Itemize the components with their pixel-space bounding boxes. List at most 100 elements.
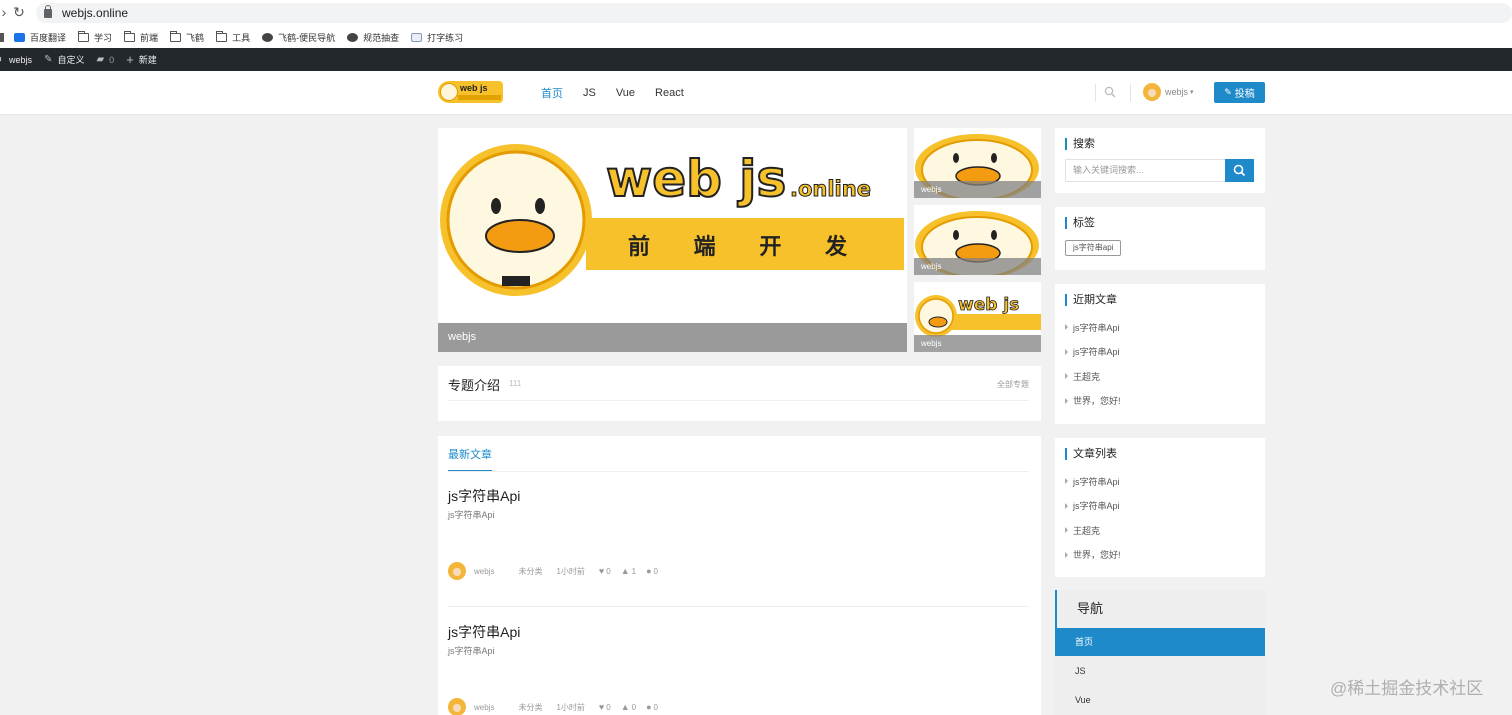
thumb-caption: webjs: [914, 335, 1041, 352]
nav-js[interactable]: JS: [583, 87, 596, 99]
site-logo[interactable]: web js: [438, 81, 503, 103]
admin-comments-link[interactable]: ▰ 0: [96, 54, 114, 65]
list-item[interactable]: js字符串Api: [1065, 315, 1121, 340]
search-button[interactable]: [1225, 159, 1254, 182]
slide-thumb[interactable]: web js webjs: [914, 282, 1041, 352]
post-title[interactable]: js字符串Api: [448, 622, 1029, 642]
post-thumbs[interactable]: ▲ 0: [621, 702, 636, 712]
all-topics-link[interactable]: 全部专题: [997, 379, 1029, 390]
list-item[interactable]: js字符串Api: [1065, 469, 1121, 494]
widget-title: 近期文章: [1065, 294, 1117, 306]
list-item[interactable]: 世界，您好!: [1065, 389, 1121, 414]
bookmarks-bar: 百度翻译 学习 前端 飞鹤 工具 飞鹤-便民导航 规范抽查 打字练习: [0, 26, 1512, 48]
recent-posts-list: js字符串Api js字符串Api 王超克 世界，您好!: [1065, 315, 1121, 413]
post-button[interactable]: ✎ 投稿: [1214, 82, 1265, 103]
search-icon[interactable]: [1104, 86, 1116, 98]
bookmark-item[interactable]: 打字练习: [411, 31, 463, 44]
admin-site-link[interactable]: ◐ webjs: [0, 54, 32, 65]
widget-title: 搜索: [1065, 138, 1095, 150]
hero-logo-suffix: .online: [790, 177, 871, 201]
divider: [448, 400, 1029, 401]
bookmark-partial-icon: [0, 32, 4, 42]
nav-widget-home[interactable]: 首页: [1055, 628, 1265, 656]
post-comments[interactable]: ● 0: [646, 702, 658, 712]
address-bar[interactable]: webjs.online: [36, 3, 1512, 23]
logo-bar: [458, 95, 501, 100]
thumb-logo-text: web js: [958, 295, 1019, 315]
search-input[interactable]: 输入关键词搜索...: [1065, 159, 1225, 182]
comment-icon: ●: [646, 702, 652, 712]
bookmark-item[interactable]: 规范抽查: [347, 31, 399, 44]
slide-thumb[interactable]: webjs: [914, 205, 1041, 275]
duck-logo-icon: [440, 83, 458, 101]
post-title[interactable]: js字符串Api: [448, 486, 1029, 506]
heart-icon: ♥: [598, 566, 605, 576]
reload-icon[interactable]: ↻: [9, 4, 29, 21]
hero-logo-text: web js: [606, 150, 786, 208]
browser-toolbar: › ↻ webjs.online: [0, 0, 1512, 26]
admin-new-link[interactable]: + 新建: [126, 52, 157, 67]
post-item: js字符串Api js字符串Api webjs 未分类 1小时前 ♥ 0 ▲ 0 ●…: [448, 622, 1029, 715]
admin-customize-link[interactable]: ✎ 自定义: [44, 53, 84, 66]
brush-icon: ✎: [44, 54, 53, 65]
post-excerpt: js字符串Api: [448, 646, 495, 656]
nav-widget-vue[interactable]: Vue: [1055, 686, 1265, 714]
list-item[interactable]: js字符串Api: [1065, 340, 1121, 365]
post-time: 1小时前: [556, 566, 585, 576]
topic-title: 专题介绍: [448, 378, 501, 393]
hero-slide[interactable]: web js .online 前 端 开 发 webjs: [438, 128, 907, 352]
divider: [448, 606, 1029, 607]
tab-latest-posts[interactable]: 最新文章: [448, 446, 492, 472]
nav-vue[interactable]: Vue: [616, 87, 635, 99]
widget-post-list: 文章列表 js字符串Api js字符串Api 王超克 世界，您好!: [1055, 438, 1265, 577]
author-avatar[interactable]: [448, 698, 466, 715]
post-likes[interactable]: ♥ 0: [599, 702, 611, 712]
widget-recent-posts: 近期文章 js字符串Api js字符串Api 王超克 世界，您好!: [1055, 284, 1265, 424]
translate-icon: [14, 32, 25, 42]
nav-widget-js[interactable]: JS: [1055, 657, 1265, 685]
divider: [448, 471, 1029, 472]
avatar: [1143, 83, 1161, 101]
bookmark-item[interactable]: 学习: [78, 30, 112, 44]
topic-count: 111: [509, 379, 522, 388]
comment-icon: ▰: [96, 54, 105, 65]
hero-caption: webjs: [438, 323, 907, 352]
post-category[interactable]: 未分类: [518, 702, 542, 713]
site-header: web js 首页 JS Vue React webjs ▾ ✎ 投稿: [0, 71, 1512, 115]
post-author[interactable]: webjs: [474, 703, 494, 712]
post-author[interactable]: webjs: [474, 567, 494, 576]
bookmark-item[interactable]: 工具: [216, 30, 250, 44]
heart-icon: ♥: [598, 702, 605, 712]
post-meta: webjs 未分类 1小时前 ♥ 0 ▲ 1 ● 0: [448, 562, 672, 580]
list-item[interactable]: 王超克: [1065, 364, 1121, 389]
post-category[interactable]: 未分类: [518, 566, 542, 577]
bookmark-item[interactable]: 飞鹤: [170, 30, 204, 44]
url-text: webjs.online: [62, 6, 129, 20]
nav-home[interactable]: 首页: [541, 85, 563, 101]
post-excerpt: js字符串Api: [448, 510, 495, 520]
watermark: @稀土掘金技术社区: [1330, 679, 1484, 698]
bookmark-item[interactable]: 前端: [124, 30, 158, 44]
post-thumbs[interactable]: ▲ 1: [621, 566, 636, 576]
nav-react[interactable]: React: [655, 87, 684, 99]
widget-tags: 标签 js字符串api: [1055, 207, 1265, 270]
post-likes[interactable]: ♥ 0: [599, 566, 611, 576]
author-avatar[interactable]: [448, 562, 466, 580]
post-meta: webjs 未分类 1小时前 ♥ 0 ▲ 0 ● 0: [448, 698, 672, 715]
list-item[interactable]: 王超克: [1065, 518, 1121, 543]
post-comments[interactable]: ● 0: [646, 566, 658, 576]
widget-title: 文章列表: [1065, 448, 1117, 460]
edit-icon: ✎: [1224, 87, 1232, 97]
slide-thumb[interactable]: webjs: [914, 128, 1041, 198]
user-menu[interactable]: webjs ▾: [1143, 83, 1194, 101]
topic-section: 专题介绍 111 全部专题: [438, 366, 1041, 421]
bookmark-item[interactable]: 百度翻译: [14, 31, 66, 44]
list-item[interactable]: 世界，您好!: [1065, 543, 1121, 568]
divider: [1095, 84, 1096, 102]
folder-icon: [124, 30, 136, 42]
wp-admin-bar: ◐ webjs ✎ 自定义 ▰ 0 + 新建: [0, 48, 1512, 71]
tag-item[interactable]: js字符串api: [1065, 240, 1122, 256]
home-icon: ◐: [0, 54, 5, 65]
bookmark-item[interactable]: 飞鹤-便民导航: [262, 31, 335, 44]
list-item[interactable]: js字符串Api: [1065, 494, 1121, 519]
